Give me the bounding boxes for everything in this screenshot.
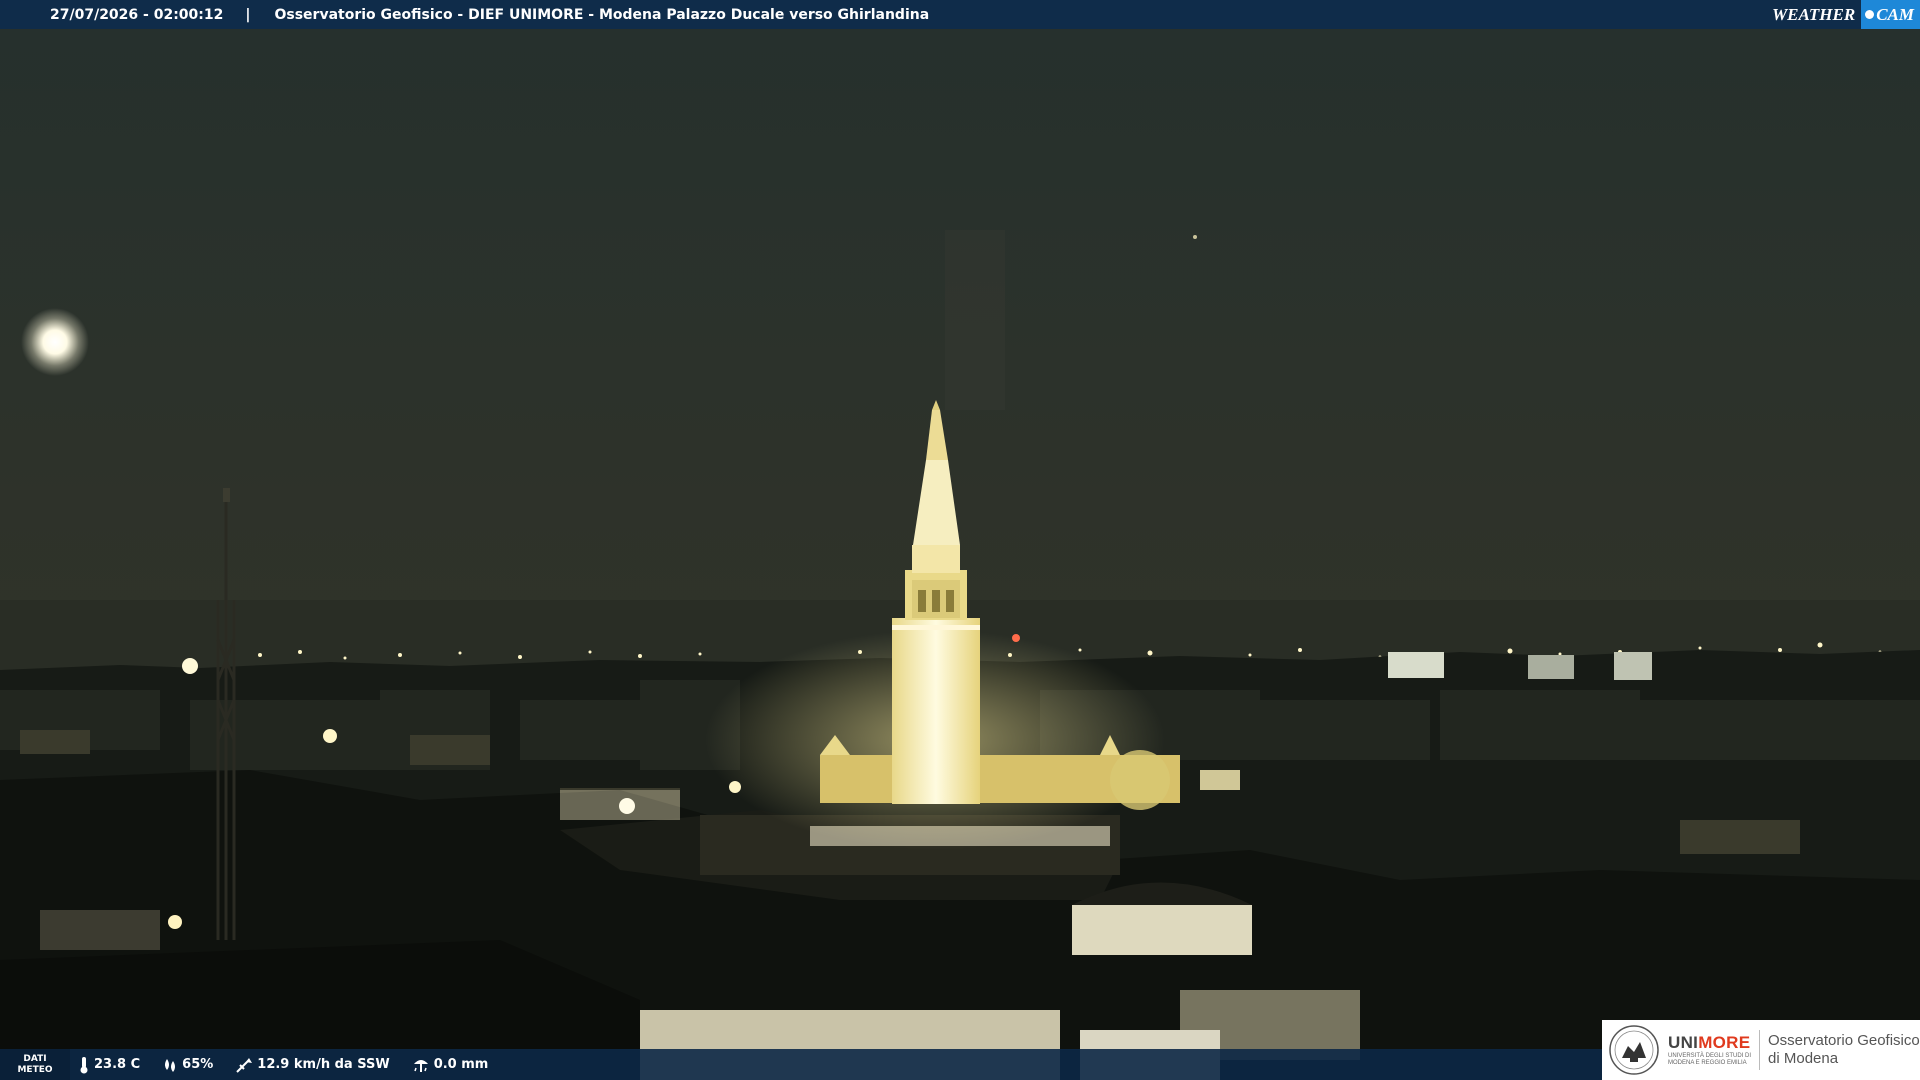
university-seal-icon (1609, 1025, 1659, 1075)
separator: | (245, 6, 251, 23)
weathercam-logo-part1: WEATHER (1772, 4, 1856, 24)
unimore-brand-a: UNI (1668, 1033, 1699, 1052)
temperature-readout: 23.8 C (78, 1056, 140, 1074)
weathercam-logo[interactable]: WEATHER CAM (1764, 0, 1920, 29)
humidity-readout: 65% (162, 1057, 213, 1073)
rain-gauge-icon (413, 1059, 428, 1072)
unimore-wordmark: UNIMORE (1668, 1033, 1751, 1053)
observatory-line2: di Modena (1768, 1050, 1839, 1067)
thermometer-icon (80, 1056, 88, 1073)
dati-meteo-label: DATI METEO (0, 1049, 70, 1080)
unimore-brand: UNIMORE UNIVERSITÀ DEGLI STUDI DI MODENA… (1668, 1033, 1751, 1067)
wind-value: 12.9 km/h da SSW (257, 1057, 390, 1072)
observatory-name: Osservatorio Geofisico di Modena (1768, 1032, 1920, 1068)
unimore-subtitle-line1: UNIVERSITÀ DEGLI STUDI DI (1668, 1053, 1752, 1059)
dati-label-line2: METEO (17, 1064, 53, 1075)
dati-label-line1: DATI (23, 1053, 47, 1064)
unimore-brand-b: MORE (1698, 1033, 1751, 1052)
webcam-dot-icon (1865, 10, 1875, 19)
timestamp: 27/07/2026 - 02:00:12 (50, 6, 224, 23)
temperature-value: 23.8 C (94, 1057, 141, 1072)
humidity-value: 65% (182, 1057, 214, 1072)
unimore-logo-box[interactable]: UNIMORE UNIVERSITÀ DEGLI STUDI DI MODENA… (1602, 1020, 1920, 1080)
webcam-image (0, 0, 1920, 1080)
wind-readout: 12.9 km/h da SSW (235, 1056, 390, 1074)
header-bar: 27/07/2026 - 02:00:12 | Osservatorio Geo… (0, 0, 1920, 29)
moon (21, 308, 89, 376)
wind-vane-icon (236, 1057, 253, 1073)
logo-divider (1759, 1030, 1761, 1070)
unimore-subtitle-line2: MODENA E REGGIO EMILIA (1668, 1060, 1747, 1066)
rain-value: 0.0 mm (433, 1057, 489, 1072)
observatory-line1: Osservatorio Geofisico (1768, 1032, 1920, 1049)
camera-title: Osservatorio Geofisico - DIEF UNIMORE - … (274, 6, 930, 23)
weather-data-bar: DATI METEO 23.8 C 65% 12.9 km/h da SSW 0… (0, 1049, 1602, 1080)
weathercam-logo-part2: CAM (1861, 0, 1920, 29)
rain-readout: 0.0 mm (412, 1056, 489, 1074)
weathercam-logo-cam: CAM (1876, 4, 1914, 24)
humidity-drop-icon (165, 1058, 176, 1072)
